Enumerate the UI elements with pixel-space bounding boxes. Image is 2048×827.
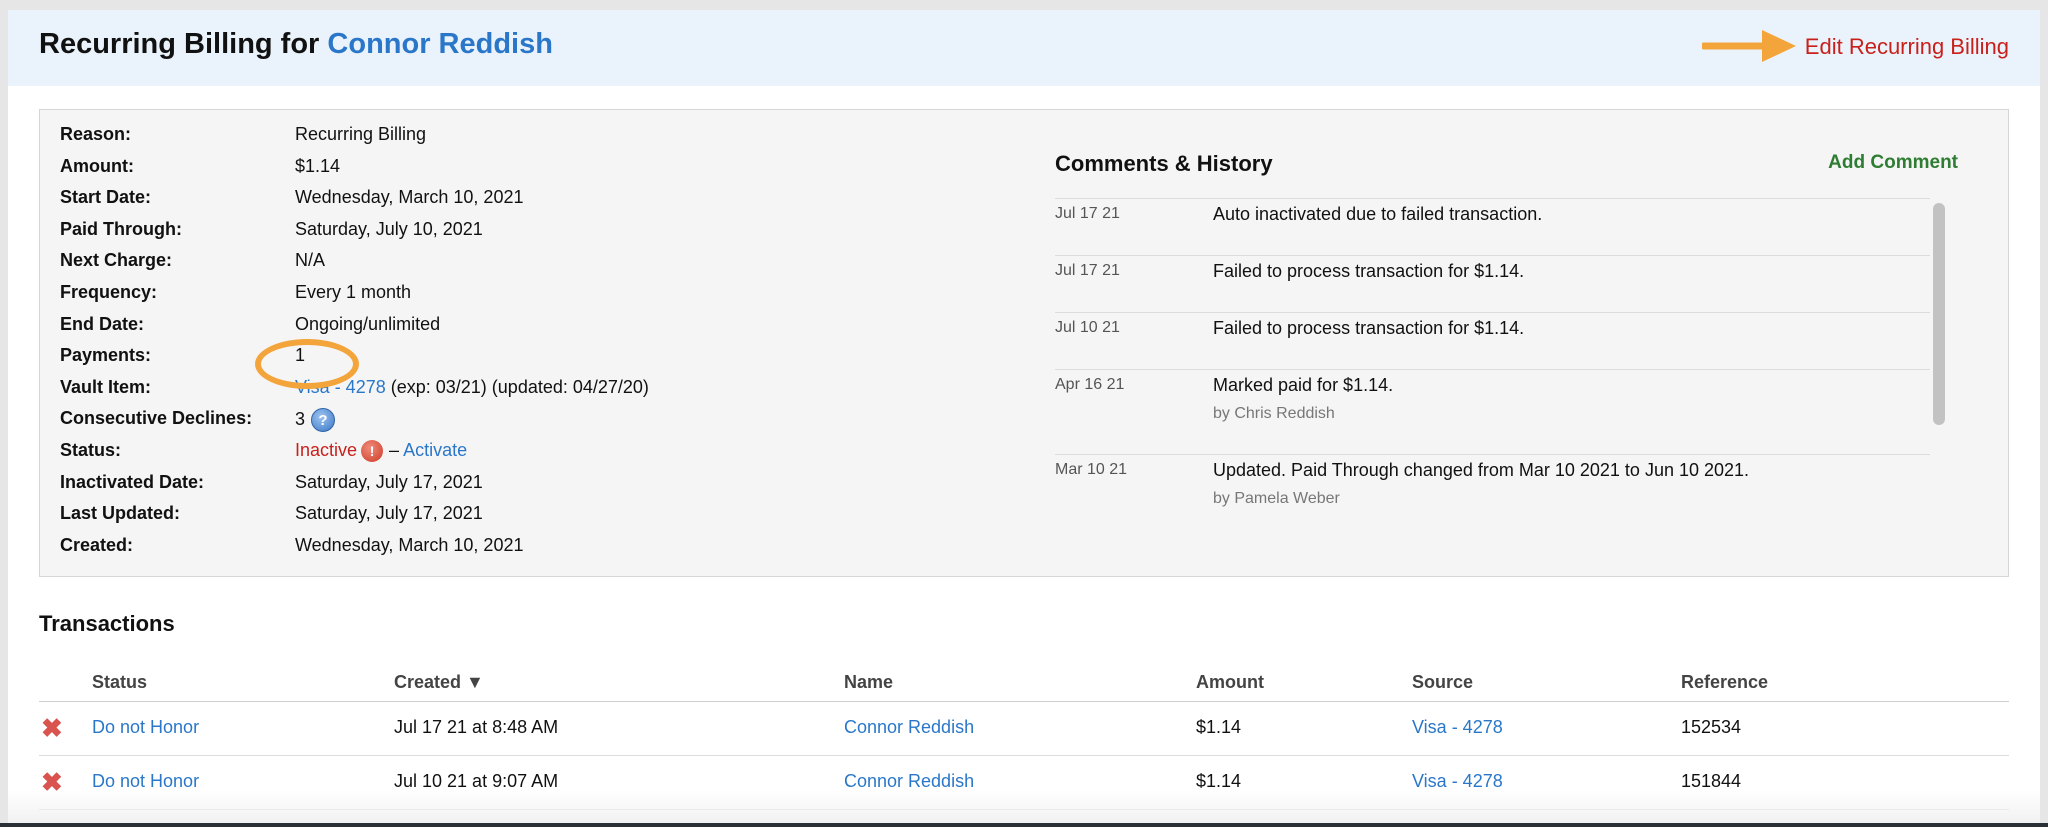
- detail-value: 3?: [295, 408, 336, 433]
- detail-value: Every 1 month: [295, 281, 412, 302]
- amount-cell: $1.14: [1196, 717, 1242, 737]
- detail-value: Recurring Billing: [295, 124, 427, 144]
- name-link[interactable]: Connor Reddish: [844, 717, 974, 738]
- detail-label: Payments:: [60, 345, 152, 366]
- status-link[interactable]: Do not Honor: [92, 717, 199, 738]
- detail-label: Consecutive Declines:: [60, 408, 253, 429]
- customer-name-link[interactable]: Connor Reddish: [327, 28, 553, 60]
- column-header-reference[interactable]: Reference: [1681, 672, 1768, 693]
- page-header: Recurring Billing for Connor Reddish Edi…: [8, 10, 2040, 86]
- detail-value: Saturday, July 17, 2021: [295, 503, 483, 524]
- detail-label: End Date:: [60, 313, 145, 334]
- table-row: ✖ Do not Honor Jul 17 21 at 8:48 AM Conn…: [39, 702, 2009, 756]
- warning-icon: !: [361, 440, 384, 463]
- detail-label: Amount:: [60, 155, 134, 176]
- detail-label: Status:: [60, 439, 122, 460]
- comment-text: Auto inactivated due to failed transacti…: [1213, 204, 1543, 224]
- column-header-name[interactable]: Name: [844, 672, 893, 693]
- detail-value: Saturday, July 17, 2021: [295, 471, 483, 492]
- detail-label: Vault Item:: [60, 376, 152, 397]
- source-link[interactable]: Visa - 4278: [1412, 771, 1503, 792]
- column-header-status[interactable]: Status: [92, 672, 147, 693]
- scrollbar-thumb[interactable]: [1933, 203, 1945, 425]
- detail-label: Start Date:: [60, 187, 152, 208]
- detail-label: Reason:: [60, 124, 132, 144]
- help-icon[interactable]: ?: [311, 408, 336, 433]
- comment-text: Failed to process transaction for $1.14.: [1213, 318, 1525, 338]
- comment-text: Failed to process transaction for $1.14.: [1213, 261, 1525, 281]
- comments-list: Jul 17 21 Auto inactivated due to failed…: [1055, 198, 1930, 528]
- comment-text: Updated. Paid Through changed from Mar 1…: [1213, 460, 1750, 480]
- failed-x-icon: ✖: [41, 713, 63, 743]
- detail-value: Wednesday, March 10, 2021: [295, 187, 524, 208]
- detail-value: $1.14: [295, 155, 341, 176]
- reference-cell: 152534: [1681, 717, 1742, 737]
- recurring-billing-page: Recurring Billing for Connor Reddish Edi…: [8, 10, 2040, 827]
- comment-item: Jul 17 21 Failed to process transaction …: [1055, 256, 1930, 313]
- created-cell: Jul 17 21 at 8:48 AM: [394, 717, 559, 737]
- comment-author: by Pamela Weber: [1213, 490, 1340, 507]
- created-cell: Jul 10 21 at 9:07 AM: [394, 771, 559, 791]
- name-link[interactable]: Connor Reddish: [844, 771, 974, 792]
- title-prefix: Recurring Billing for: [39, 28, 320, 60]
- column-header-source[interactable]: Source: [1412, 672, 1473, 693]
- vault-item-meta: (exp: 03/21) (updated: 04/27/20): [390, 376, 649, 397]
- comments-title: Comments & History: [1055, 151, 1273, 176]
- comment-date: Jul 17 21: [1055, 262, 1120, 279]
- activate-link[interactable]: Activate: [403, 440, 467, 460]
- detail-label: Next Charge:: [60, 250, 173, 271]
- status-separator: –: [389, 439, 400, 460]
- comment-date: Jul 17 21: [1055, 205, 1120, 222]
- comment-text: Marked paid for $1.14.: [1213, 375, 1394, 395]
- detail-value: Inactive! – Activate: [295, 439, 467, 463]
- status-inactive: Inactive: [295, 439, 358, 460]
- comment-item: Jul 17 21 Auto inactivated due to failed…: [1055, 199, 1930, 256]
- column-header-created[interactable]: Created ▼: [394, 672, 484, 693]
- detail-label: Inactivated Date:: [60, 471, 205, 492]
- declines-count: 3: [295, 409, 306, 430]
- detail-value: N/A: [295, 250, 326, 271]
- status-link[interactable]: Do not Honor: [92, 771, 199, 792]
- source-link[interactable]: Visa - 4278: [1412, 717, 1503, 738]
- detail-value: Ongoing/unlimited: [295, 313, 441, 334]
- column-header-amount[interactable]: Amount: [1196, 672, 1264, 693]
- detail-label: Last Updated:: [60, 503, 181, 524]
- detail-label: Paid Through:: [60, 218, 182, 239]
- bottom-fade: [8, 790, 2040, 827]
- details-panel: Reason: Recurring Billing Amount: $1.14 …: [39, 109, 2009, 577]
- comment-item: Jul 10 21 Failed to process transaction …: [1055, 313, 1930, 370]
- transactions-title: Transactions: [39, 611, 175, 636]
- detail-label: Frequency:: [60, 281, 158, 302]
- reference-cell: 151844: [1681, 771, 1742, 791]
- edit-recurring-billing-link[interactable]: Edit Recurring Billing: [1805, 34, 2009, 60]
- comment-date: Apr 16 21: [1055, 376, 1125, 393]
- detail-value: Wednesday, March 10, 2021: [295, 534, 524, 555]
- circle-annotation: [255, 339, 359, 389]
- page-title: Recurring Billing for Connor Reddish: [39, 28, 553, 61]
- comments-scrollbar[interactable]: [1933, 203, 1945, 528]
- comment-item: Apr 16 21 Marked paid for $1.14. by Chri…: [1055, 370, 1930, 455]
- table-header: Status Created ▼ Name Amount Source Refe…: [39, 668, 2009, 702]
- comment-item: Mar 10 21 Updated. Paid Through changed …: [1055, 455, 1930, 528]
- arrow-annotation-icon: [1702, 30, 1796, 62]
- comment-date: Jul 10 21: [1055, 319, 1120, 336]
- add-comment-link[interactable]: Add Comment: [1828, 152, 1958, 174]
- window-bottom-edge: [0, 823, 2048, 827]
- comment-date: Mar 10 21: [1055, 461, 1128, 478]
- detail-label: Created:: [60, 534, 134, 555]
- detail-value: Saturday, July 10, 2021: [295, 218, 483, 239]
- detail-value: Visa - 4278 (exp: 03/21) (updated: 04/27…: [295, 377, 649, 398]
- amount-cell: $1.14: [1196, 771, 1242, 791]
- transactions-table: Status Created ▼ Name Amount Source Refe…: [39, 668, 2009, 810]
- comment-author: by Chris Reddish: [1213, 405, 1335, 422]
